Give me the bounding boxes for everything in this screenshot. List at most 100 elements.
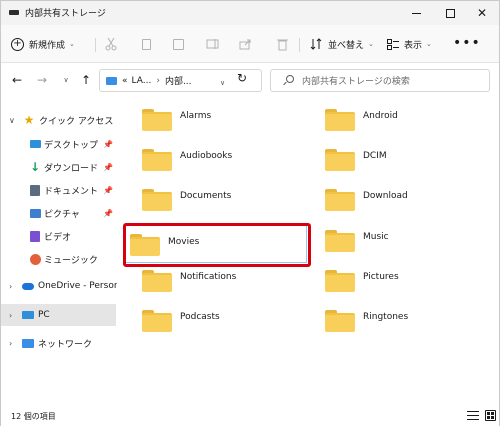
folder-name: DCIM [363, 151, 387, 161]
maximize-button[interactable] [433, 1, 467, 25]
star-icon: ★ [23, 113, 35, 127]
toolbar-divider [95, 38, 96, 52]
folder-item[interactable]: DCIM [312, 141, 492, 175]
sidebar-item-downloads[interactable]: ↓ ダウンロード 📌 [1, 156, 116, 178]
folder-icon [325, 270, 355, 292]
folder-name: Download [363, 191, 408, 201]
folder-item[interactable]: Audiobooks [129, 141, 309, 175]
desktop-icon [29, 138, 41, 150]
refresh-icon[interactable]: ↻ [237, 71, 247, 85]
maximize-icon [445, 8, 455, 18]
chevron-right-icon[interactable]: › [9, 282, 12, 291]
sidebar-item-pictures[interactable]: ピクチャ 📌 [1, 202, 116, 224]
chevron-down-icon: ⌄ [69, 40, 75, 48]
back-button[interactable]: ← [10, 72, 24, 88]
navigation-pane: ∨ ★ クイック アクセス デスクトップ 📌 ↓ ダウンロード 📌 ドキュメント… [1, 98, 128, 406]
sidebar-item-desktop[interactable]: デスクトップ 📌 [1, 133, 116, 155]
sidebar-item-videos[interactable]: ビデオ [1, 225, 116, 247]
rename-icon[interactable] [206, 37, 220, 51]
arrow-up-icon: ↑ [80, 73, 92, 87]
forward-button[interactable]: → [35, 72, 49, 88]
sidebar-item-onedrive[interactable]: › OneDrive - Personal [1, 275, 128, 297]
sidebar-item-music[interactable]: ミュージック [1, 248, 116, 270]
sidebar-item-label: デスクトップ [44, 140, 99, 151]
cloud-icon [22, 280, 34, 292]
folder-icon [325, 189, 355, 211]
sidebar-item-pc[interactable]: › PC [1, 304, 116, 326]
breadcrumb-overflow[interactable]: « [122, 76, 128, 86]
share-icon[interactable] [238, 37, 252, 51]
sort-icon [310, 38, 322, 50]
folder-icon [142, 189, 172, 211]
chevron-down-icon: ∨ [63, 76, 69, 84]
folder-item[interactable]: Podcasts [129, 302, 309, 336]
more-options-button[interactable]: ••• [453, 35, 481, 51]
sidebar-item-quick-access[interactable]: ∨ ★ クイック アクセス [1, 109, 116, 131]
sidebar-item-label: ネットワーク [38, 339, 93, 350]
picture-icon [29, 207, 41, 219]
plus-icon: + [11, 37, 24, 51]
title-bar: 内部共有ストレージ ✕ [1, 1, 499, 25]
folder-item[interactable]: Notifications [129, 262, 309, 296]
search-input[interactable]: 内部共有ストレージの検索 [270, 69, 490, 92]
minimize-button[interactable] [399, 1, 433, 25]
details-view-icon[interactable] [467, 411, 479, 421]
file-explorer-window: 内部共有ストレージ ✕ + 新規作成 ⌄ 並べ替え ⌄ 表示 ⌄ ••• ← →… [0, 0, 500, 426]
folder-item-movies[interactable]: Movies [125, 225, 307, 263]
sidebar-item-label: ピクチャ [44, 209, 80, 220]
cut-icon[interactable] [104, 37, 118, 51]
folder-item[interactable]: Download [312, 181, 492, 215]
sidebar-item-label: ビデオ [44, 232, 72, 243]
breadcrumb-item[interactable]: LA... [132, 76, 152, 86]
item-count: 12 個の項目 [11, 412, 56, 421]
delete-icon[interactable] [275, 37, 289, 51]
view-button[interactable]: 表示 ⌄ [387, 33, 432, 55]
pc-icon [22, 309, 34, 321]
folder-name: Notifications [180, 272, 237, 282]
document-icon [29, 184, 41, 196]
copy-icon[interactable] [139, 37, 153, 51]
network-icon [22, 337, 34, 349]
folder-item[interactable]: Android [312, 101, 492, 135]
minimize-icon [411, 12, 421, 14]
folder-name: Audiobooks [180, 151, 233, 161]
folder-name: Pictures [363, 272, 399, 282]
sort-button[interactable]: 並べ替え ⌄ [310, 33, 374, 55]
folder-item[interactable]: Ringtones [312, 302, 492, 336]
close-button[interactable]: ✕ [465, 1, 499, 25]
pc-icon [106, 76, 117, 85]
folder-item[interactable]: Music [312, 222, 492, 256]
folder-item[interactable]: Documents [129, 181, 309, 215]
chevron-down-icon: ⌄ [426, 40, 432, 48]
view-label: 表示 [404, 40, 423, 51]
folder-item[interactable]: Alarms [129, 101, 309, 135]
new-label: 新規作成 [29, 40, 66, 51]
tiles-view-icon[interactable] [485, 410, 496, 421]
close-icon: ✕ [476, 6, 488, 20]
paste-icon[interactable] [171, 37, 185, 51]
folder-icon [325, 149, 355, 171]
folder-item[interactable]: Pictures [312, 262, 492, 296]
sidebar-item-documents[interactable]: ドキュメント 📌 [1, 179, 116, 201]
chevron-down-icon[interactable]: ∨ [9, 116, 15, 125]
new-button[interactable]: + 新規作成 ⌄ [11, 33, 75, 55]
breadcrumb-item[interactable]: 内部... [165, 74, 192, 87]
folder-name: Music [363, 232, 389, 242]
chevron-right-icon[interactable]: › [9, 311, 12, 320]
toolbar-divider [299, 38, 300, 52]
folder-name: Android [363, 111, 398, 121]
sidebar-item-label: ドキュメント [44, 186, 99, 197]
arrow-right-icon: → [36, 73, 48, 87]
folder-icon [142, 149, 172, 171]
sidebar-item-label: PC [38, 310, 50, 320]
folder-name: Documents [180, 191, 232, 201]
recent-locations-button[interactable]: ∨ [60, 72, 72, 88]
chevron-right-icon[interactable]: › [9, 339, 12, 348]
folder-name: Movies [168, 237, 200, 247]
folder-icon [130, 234, 160, 256]
up-button[interactable]: ↑ [79, 72, 93, 88]
sidebar-item-network[interactable]: › ネットワーク [1, 332, 116, 354]
folder-icon [325, 310, 355, 332]
address-dropdown-icon[interactable]: ∨ [220, 79, 225, 87]
sidebar-item-label: クイック アクセス [39, 116, 114, 127]
